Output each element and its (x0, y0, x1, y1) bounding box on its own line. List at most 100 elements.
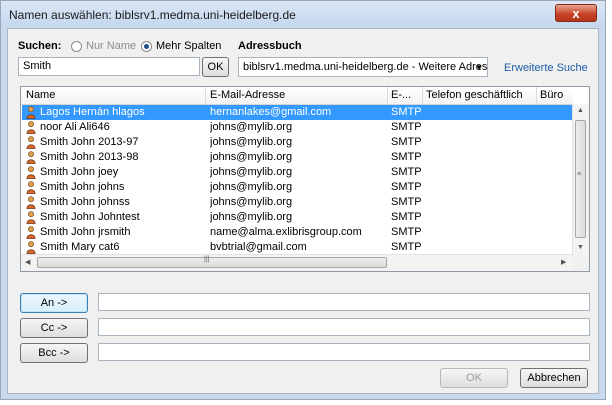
radio-indicator (71, 40, 82, 52)
cell-name: Smith John joey (40, 166, 119, 178)
horizontal-scrollbar[interactable]: ◀ ||| ▶ (21, 254, 573, 271)
cell-email: johns@mylib.org (210, 166, 293, 178)
column-header-email[interactable]: E-Mail-Adresse (210, 89, 385, 101)
search-ok-button[interactable]: OK (202, 57, 229, 77)
cell-email: name@alma.exlibrisgroup.com (210, 226, 362, 238)
contact-list[interactable]: Name E-Mail-Adresse E-... Telefon geschä… (20, 86, 590, 272)
addressbook-selected-value: biblsrv1.medma.uni-heidelberg.de - Weite… (243, 61, 488, 73)
cell-name: Smith John 2013-98 (40, 151, 139, 163)
window-title: Namen auswählen: biblsrv1.medma.uni-heid… (9, 8, 296, 22)
cell-email-type: SMTP (391, 241, 421, 253)
title-bar[interactable]: Namen auswählen: biblsrv1.medma.uni-heid… (1, 1, 605, 27)
person-icon (26, 181, 36, 194)
grip-icon: ||| (204, 256, 210, 263)
scroll-left-icon[interactable]: ◀ (25, 258, 30, 266)
column-divider[interactable] (536, 87, 537, 104)
table-row[interactable]: Smith Mary cat6 bvbtrial@gmail.com SMTP (22, 240, 572, 255)
person-icon (26, 196, 36, 209)
table-row[interactable]: Smith John jrsmith name@alma.exlibrisgrou… (22, 225, 572, 240)
cc-button[interactable]: Cc -> (20, 318, 88, 338)
cell-email: bvbtrial@gmail.com (210, 241, 307, 253)
cell-name: Smith John jrsmith (40, 226, 131, 238)
chevron-down-icon: ▼ (475, 63, 483, 72)
person-icon (26, 226, 36, 239)
to-button[interactable]: An -> (20, 293, 88, 313)
radio-name-only-label: Nur Name (86, 40, 137, 52)
cell-email-type: SMTP (391, 121, 421, 133)
scroll-corner (573, 255, 589, 271)
list-header: Name E-Mail-Adresse E-... Telefon geschä… (21, 87, 573, 105)
cell-email: johns@mylib.org (210, 181, 293, 193)
addressbook-label: Adressbuch (238, 40, 302, 52)
column-header-office[interactable]: Büro (540, 89, 572, 101)
cell-email: johns@mylib.org (210, 151, 293, 163)
column-header-email-type[interactable]: E-... (391, 89, 421, 101)
table-row[interactable]: Smith John 2013-97 johns@mylib.org SMTP (22, 135, 572, 150)
grip-icon: ≡ (577, 171, 582, 178)
radio-more-columns[interactable]: Mehr Spalten (141, 40, 221, 52)
table-row[interactable]: Smith John joey johns@mylib.org SMTP (22, 165, 572, 180)
cell-name: Smith John johnss (40, 196, 130, 208)
cell-email-type: SMTP (391, 166, 421, 178)
cell-name: Smith John Johntest (40, 211, 140, 223)
dialog-body: Suchen: Nur Name Mehr Spalten Adressbuch… (7, 28, 599, 394)
radio-indicator-checked (141, 40, 152, 52)
person-icon (26, 106, 36, 119)
cell-email-type: SMTP (391, 106, 421, 118)
column-divider[interactable] (422, 87, 423, 104)
table-row[interactable]: Lagos Hernán hlagos hernanlakes@gmail.com… (22, 105, 572, 120)
column-header-phone[interactable]: Telefon geschäftlich (426, 89, 536, 101)
vertical-scrollbar[interactable]: ▲ ≡ ▼ (572, 104, 589, 271)
cell-name: Smith Mary cat6 (40, 241, 120, 253)
bcc-button[interactable]: Bcc -> (20, 343, 88, 363)
scroll-right-icon[interactable]: ▶ (561, 258, 566, 266)
cell-email-type: SMTP (391, 196, 421, 208)
dialog-window: Namen auswählen: biblsrv1.medma.uni-heid… (0, 0, 606, 400)
cell-email-type: SMTP (391, 226, 421, 238)
cell-email-type: SMTP (391, 181, 421, 193)
cell-name: Smith John 2013-97 (40, 136, 139, 148)
radio-name-only[interactable]: Nur Name (71, 40, 136, 52)
ok-button[interactable]: OK (440, 368, 508, 388)
cc-field[interactable] (98, 318, 590, 336)
table-row[interactable]: noor Ali Ali646 johns@mylib.org SMTP (22, 120, 572, 135)
advanced-search-link[interactable]: Erweiterte Suche (504, 62, 588, 74)
person-icon (26, 136, 36, 149)
horizontal-scroll-thumb[interactable] (37, 257, 387, 268)
person-icon (26, 211, 36, 224)
bcc-field[interactable] (98, 343, 590, 361)
person-icon (26, 121, 36, 134)
person-icon (26, 166, 36, 179)
cell-email: johns@mylib.org (210, 121, 293, 133)
cell-email: johns@mylib.org (210, 196, 293, 208)
column-divider[interactable] (205, 87, 206, 104)
cell-email-type: SMTP (391, 151, 421, 163)
search-label: Suchen: (18, 40, 62, 52)
cell-email-type: SMTP (391, 136, 421, 148)
to-field[interactable] (98, 293, 590, 311)
radio-more-columns-label: Mehr Spalten (156, 40, 222, 52)
close-button[interactable]: x (555, 4, 597, 22)
person-icon (26, 151, 36, 164)
cell-email: hernanlakes@gmail.com (210, 106, 332, 118)
close-icon: x (572, 6, 580, 21)
scroll-down-icon[interactable]: ▼ (577, 244, 584, 251)
cancel-button[interactable]: Abbrechen (520, 368, 588, 388)
column-divider[interactable] (387, 87, 388, 104)
table-row[interactable]: Smith John 2013-98 johns@mylib.org SMTP (22, 150, 572, 165)
search-input[interactable]: Smith (18, 57, 200, 76)
person-icon (26, 241, 36, 254)
cell-email-type: SMTP (391, 211, 421, 223)
cell-name: Lagos Hernán hlagos (40, 106, 145, 118)
column-header-name[interactable]: Name (26, 89, 204, 101)
table-row[interactable]: Smith John johns johns@mylib.org SMTP (22, 180, 572, 195)
vertical-scroll-thumb[interactable]: ≡ (575, 120, 586, 238)
scroll-up-icon[interactable]: ▲ (577, 107, 584, 114)
cell-name: Smith John johns (40, 181, 125, 193)
cell-name: noor Ali Ali646 (40, 121, 110, 133)
cell-email: johns@mylib.org (210, 136, 293, 148)
table-row[interactable]: Smith John johnss johns@mylib.org SMTP (22, 195, 572, 210)
addressbook-select[interactable]: biblsrv1.medma.uni-heidelberg.de - Weite… (238, 57, 488, 77)
cell-email: johns@mylib.org (210, 211, 293, 223)
table-row[interactable]: Smith John Johntest johns@mylib.org SMTP (22, 210, 572, 225)
